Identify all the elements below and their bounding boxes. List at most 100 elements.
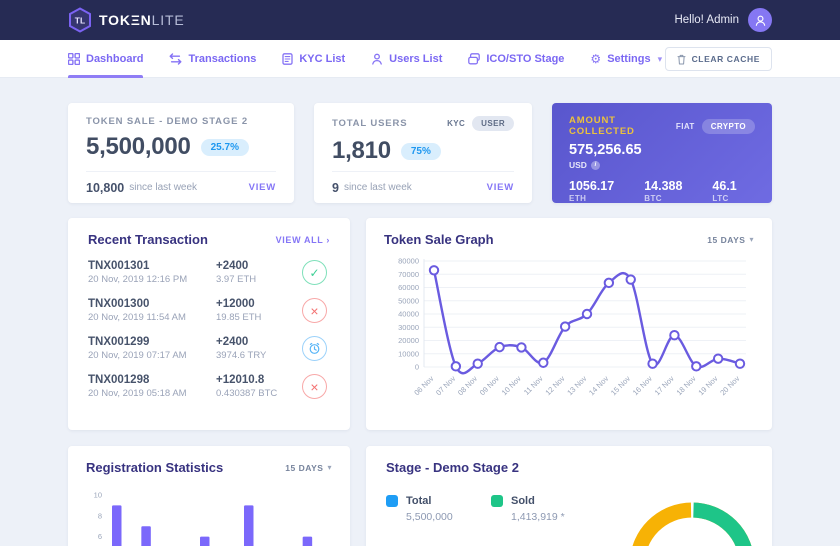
- total-users-view-link[interactable]: VIEW: [487, 182, 514, 193]
- tab-settings[interactable]: ⚙ Settings ▾: [590, 40, 662, 78]
- total-users-percent-badge: 75%: [401, 143, 441, 160]
- tab-users-list[interactable]: Users List: [371, 40, 442, 78]
- token-sale-graph-card: Token Sale Graph 15 DAYS ▾ 0100002000030…: [366, 218, 772, 430]
- bar-range-dropdown[interactable]: 15 DAYS ▾: [285, 463, 332, 473]
- currency-label: USD: [569, 160, 587, 170]
- svg-text:0: 0: [415, 363, 419, 372]
- greeting-text: Hello! Admin: [674, 14, 739, 26]
- token-sale-line-chart: 0100002000030000400005000060000700008000…: [384, 253, 754, 411]
- svg-text:20000: 20000: [398, 336, 419, 345]
- brand-logo[interactable]: TL TOKΞNLITE: [68, 7, 185, 33]
- svg-text:09 Nov: 09 Nov: [478, 374, 501, 397]
- svg-text:TL: TL: [75, 16, 85, 26]
- total-users-label: TOTAL USERS: [332, 118, 407, 129]
- svg-text:06 Nov: 06 Nov: [412, 374, 435, 397]
- chevron-down-icon: ▾: [327, 463, 332, 472]
- svg-text:50000: 50000: [398, 296, 419, 305]
- info-icon[interactable]: i: [591, 161, 600, 170]
- stage-legend: Total 5,500,000 Sold 1,413,919 * Sale % …: [386, 495, 616, 546]
- coin-stat-btc: 14.388 BTC: [644, 179, 682, 203]
- svg-text:15 Nov: 15 Nov: [609, 374, 632, 397]
- transaction-crypto-amount: 3.97 ETH: [216, 274, 302, 285]
- transaction-row[interactable]: TNX001298 20 Nov, 2019 05:18 AM +12010.8…: [88, 374, 330, 399]
- nav-label: KYC List: [299, 53, 345, 65]
- transaction-row[interactable]: TNX001299 20 Nov, 2019 07:17 AM +2400 39…: [88, 336, 330, 361]
- transaction-amount: +2400: [216, 336, 302, 348]
- person-icon: [754, 14, 767, 27]
- cube-icon: [468, 53, 480, 65]
- transaction-amount: +12000: [216, 298, 302, 310]
- total-users-delta: 9: [332, 181, 339, 195]
- svg-text:16 Nov: 16 Nov: [631, 374, 654, 397]
- clear-cache-label: CLEAR CACHE: [692, 54, 760, 64]
- legend-item-sold: Sold 1,413,919 *: [491, 495, 616, 546]
- user-toggle[interactable]: USER: [472, 116, 514, 131]
- delta-caption: since last week: [129, 182, 197, 193]
- svg-text:17 Nov: 17 Nov: [653, 374, 676, 397]
- token-sale-percent-badge: 25.7%: [201, 139, 249, 156]
- transaction-amount: +2400: [216, 260, 302, 272]
- line-range-dropdown[interactable]: 15 DAYS ▾: [707, 235, 754, 245]
- svg-text:10 Nov: 10 Nov: [500, 374, 523, 397]
- status-failed-icon: ×: [302, 298, 327, 323]
- transaction-id: TNX001300: [88, 298, 216, 310]
- total-users-value: 1,810: [332, 137, 391, 165]
- registration-bar-chart: 0246810: [86, 485, 332, 546]
- recent-transactions-title: Recent Transaction: [88, 232, 208, 247]
- transaction-date: 20 Nov, 2019 07:17 AM: [88, 350, 216, 361]
- nav-label: Transactions: [188, 53, 256, 65]
- status-pending-icon: [302, 336, 327, 361]
- svg-text:70000: 70000: [398, 270, 419, 279]
- total-users-card: TOTAL USERS KYC USER 1,810 75% 9 since l…: [314, 103, 532, 203]
- transaction-crypto-amount: 3974.6 TRY: [216, 350, 302, 361]
- transaction-date: 20 Nov, 2019 12:16 PM: [88, 274, 216, 285]
- clear-cache-button[interactable]: CLEAR CACHE: [665, 47, 772, 71]
- amount-collected-label: AMOUNT COLLECTED: [569, 115, 676, 137]
- tab-ico-sto-stage[interactable]: ICO/STO Stage: [468, 40, 564, 78]
- tab-dashboard[interactable]: Dashboard: [68, 40, 143, 78]
- svg-text:8: 8: [98, 511, 102, 520]
- svg-text:80000: 80000: [398, 257, 419, 266]
- swap-arrows-icon: [169, 53, 182, 65]
- chevron-down-icon: ▾: [749, 235, 754, 244]
- registration-statistics-card: Registration Statistics 15 DAYS ▾ 024681…: [68, 446, 350, 546]
- fiat-toggle[interactable]: FIAT: [676, 122, 695, 131]
- amount-collected-value: 575,256.65: [569, 142, 755, 158]
- token-sale-delta: 10,800: [86, 181, 124, 195]
- legend-swatch: [386, 495, 398, 507]
- svg-text:20 Nov: 20 Nov: [718, 374, 741, 397]
- svg-text:13 Nov: 13 Nov: [565, 374, 588, 397]
- token-sale-label: TOKEN SALE - DEMO STAGE 2: [86, 116, 248, 127]
- transaction-date: 20 Nov, 2019 05:18 AM: [88, 388, 216, 399]
- svg-text:12 Nov: 12 Nov: [543, 374, 566, 397]
- avatar[interactable]: [748, 8, 772, 32]
- top-header-bar: TL TOKΞNLITE Hello! Admin: [0, 0, 840, 40]
- svg-text:10000: 10000: [398, 349, 419, 358]
- svg-text:07 Nov: 07 Nov: [434, 374, 457, 397]
- transaction-id: TNX001298: [88, 374, 216, 386]
- transaction-row[interactable]: TNX001300 20 Nov, 2019 11:54 AM +12000 1…: [88, 298, 330, 323]
- legend-item-total: Total 5,500,000: [386, 495, 491, 546]
- transaction-crypto-amount: 19.85 ETH: [216, 312, 302, 323]
- svg-text:08 Nov: 08 Nov: [456, 374, 479, 397]
- delta-caption: since last week: [344, 182, 412, 193]
- crypto-toggle[interactable]: CRYPTO: [702, 119, 755, 134]
- token-sale-card: TOKEN SALE - DEMO STAGE 2 5,500,000 25.7…: [68, 103, 294, 203]
- svg-text:6: 6: [98, 532, 102, 541]
- transaction-id: TNX001299: [88, 336, 216, 348]
- svg-text:19 Nov: 19 Nov: [696, 374, 719, 397]
- tab-kyc-list[interactable]: KYC List: [282, 40, 345, 78]
- svg-text:11 Nov: 11 Nov: [522, 374, 545, 397]
- document-icon: [282, 53, 293, 65]
- view-all-link[interactable]: VIEW ALL ›: [276, 235, 330, 245]
- kyc-toggle[interactable]: KYC: [447, 119, 465, 128]
- transaction-row[interactable]: TNX001301 20 Nov, 2019 12:16 PM +2400 3.…: [88, 260, 330, 285]
- stage-card: Stage - Demo Stage 2 Total 5,500,000 Sol…: [366, 446, 772, 546]
- token-sale-view-link[interactable]: VIEW: [249, 182, 276, 193]
- tab-transactions[interactable]: Transactions: [169, 40, 256, 78]
- chevron-down-icon: ▾: [658, 54, 663, 65]
- stage-title: Stage - Demo Stage 2: [386, 460, 519, 475]
- stage-donut-chart: 5,500,000 TLE: [616, 489, 768, 546]
- transaction-id: TNX001301: [88, 260, 216, 272]
- status-success-icon: ✓: [302, 260, 327, 285]
